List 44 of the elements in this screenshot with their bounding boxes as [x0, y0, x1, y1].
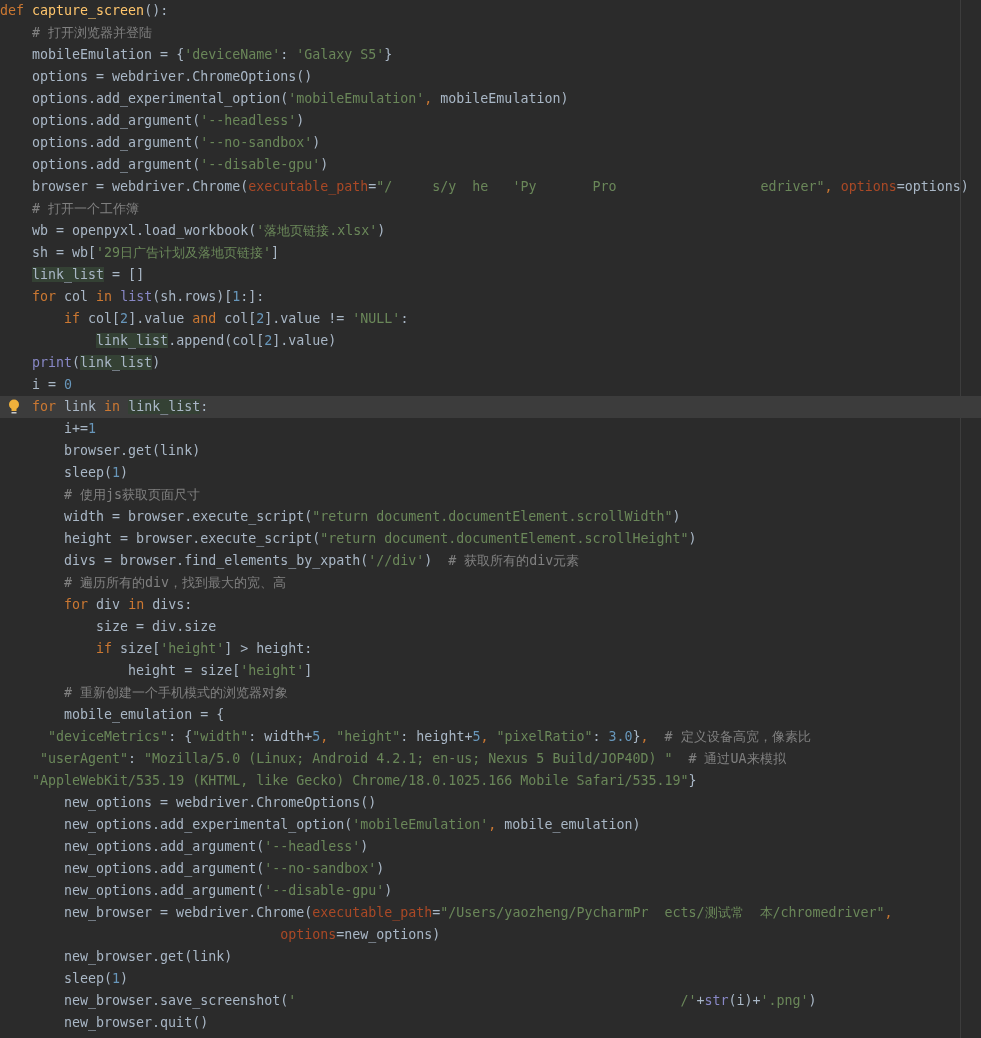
code-line: mobile_emulation = { — [63, 706, 226, 725]
code-line: options=new_options) — [279, 926, 442, 945]
code-line: wb = openpyxl.load_workbook('落地页链接.xlsx') — [31, 222, 387, 241]
code-line: new_browser.get(link) — [63, 948, 234, 967]
code-line: new_options.add_experimental_option('mobileEmulation', mobile_emulation) — [63, 816, 642, 835]
code-line: link_list.append(col[2].value) — [95, 332, 338, 351]
code-line: new_browser.save_screenshot(' /'+str(i)+'.png') — [63, 992, 818, 1011]
code-line: print(link_list) — [31, 354, 162, 373]
lightbulb-icon[interactable] — [8, 399, 20, 415]
code-line: mobileEmulation = {'deviceName': 'Galaxy S5'} — [31, 46, 394, 64]
code-line: options.add_argument('--disable-gpu') — [31, 156, 330, 175]
code-line: def capture_screen(): — [0, 2, 170, 21]
code-line: sleep(1) — [63, 464, 130, 482]
code-line: # 遍历所有的div，找到最大的宽、高 — [63, 574, 288, 592]
code-line: # 使用js获取页面尺寸 — [63, 486, 202, 504]
code-line: i+=1 — [63, 420, 98, 438]
code-line: if size['height'] > height: — [95, 640, 314, 658]
code-line: size = div.size — [95, 618, 218, 636]
code-line: sh = wb['29日广告计划及落地页链接'] — [31, 244, 281, 262]
code-line: options.add_argument('--no-sandbox') — [31, 134, 322, 153]
code-line: for col in list(sh.rows)[1:]: — [31, 288, 266, 306]
code-line: # 打开浏览器并登陆 — [31, 24, 154, 42]
code-line: new_browser = webdriver.Chrome(executable_path="/Users/yaozheng/PycharmPr ects/测试常 本/chromedriver", — [63, 904, 894, 923]
code-line: height = size['height'] — [127, 662, 314, 680]
code-line: height = browser.execute_script("return document.documentElement.scrollHeight") — [63, 530, 698, 549]
code-line: new_options.add_argument('--no-sandbox') — [63, 860, 386, 879]
code-line: width = browser.execute_script("return document.documentElement.scrollWidth") — [63, 508, 682, 527]
code-line: options.add_argument('--headless') — [31, 112, 306, 131]
code-line: new_options = webdriver.ChromeOptions() — [63, 794, 378, 813]
code-line: sleep(1) — [63, 970, 130, 988]
code-line: i = 0 — [31, 376, 74, 394]
code-line: browser.get(link) — [63, 442, 202, 460]
code-line: divs = browser.find_elements_by_xpath('//div') # 获取所有的div元素 — [63, 552, 581, 571]
code-line: "userAgent": "Mozilla/5.0 (Linux; Android 4.2.1; en-us; Nexus 5 Build/JOP40D) " # 通过UA来模拟 — [39, 750, 787, 768]
code-line: options = webdriver.ChromeOptions() — [31, 68, 314, 86]
code-line: options.add_experimental_option('mobileEmulation', mobileEmulation) — [31, 90, 570, 109]
code-line: "deviceMetrics": {"width": width+5, "height": height+5, "pixelRatio": 3.0}, # 定义设备高宽，像素比 — [47, 728, 812, 746]
code-line: new_browser.quit() — [63, 1014, 210, 1033]
code-line: new_options.add_argument('--headless') — [63, 838, 370, 857]
code-line: new_options.add_argument('--disable-gpu') — [63, 882, 394, 901]
code-line: if col[2].value and col[2].value != 'NULL': — [63, 310, 410, 328]
code-line: "AppleWebKit/535.19 (KHTML, like Gecko) Chrome/18.0.1025.166 Mobile Safari/535.19"} — [31, 772, 698, 790]
code-line: for div in divs: — [63, 596, 194, 614]
code-line: browser = webdriver.Chrome(executable_path="/ s/y he 'Py Pro edriver", options=options) — [31, 178, 970, 197]
